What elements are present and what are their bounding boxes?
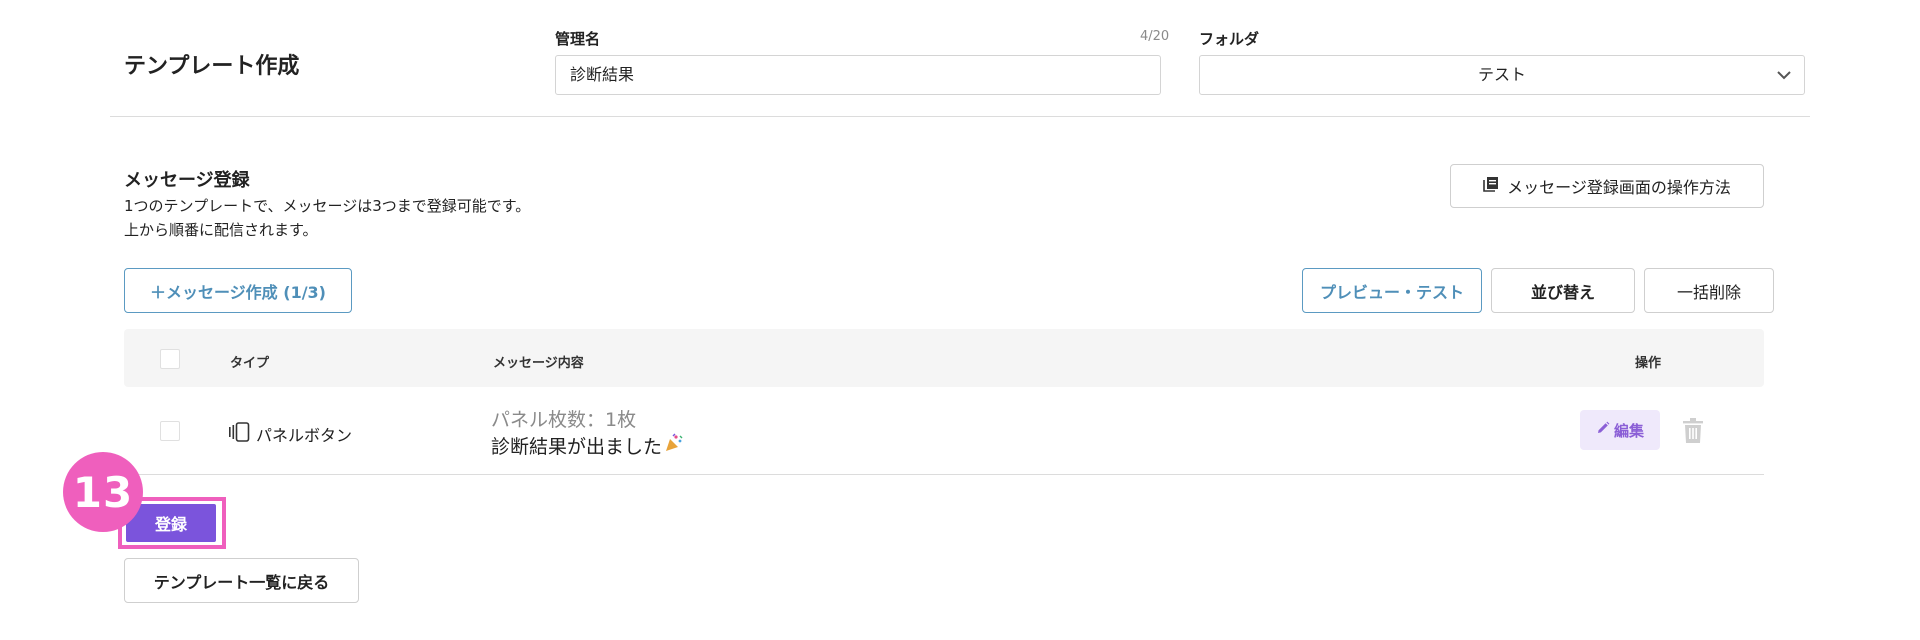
select-all-checkbox[interactable] <box>160 349 180 369</box>
section-desc-2: 上から順番に配信されます。 <box>124 221 318 239</box>
register-button[interactable]: 登録 <box>126 504 216 542</box>
bulk-delete-button[interactable]: 一括削除 <box>1644 268 1774 313</box>
preview-test-button[interactable]: プレビュー・テスト <box>1302 268 1482 313</box>
edit-button[interactable]: 編集 <box>1580 410 1660 450</box>
chevron-down-icon <box>1776 56 1792 94</box>
row-content-line1: パネル枚数：1枚 <box>491 409 637 431</box>
table-header <box>124 329 1764 387</box>
howto-label: メッセージ登録画面の操作方法 <box>1507 178 1731 197</box>
header-divider <box>110 116 1810 117</box>
name-label: 管理名 <box>555 30 601 48</box>
trash-icon[interactable] <box>1682 418 1704 448</box>
step-badge: 13 <box>63 452 143 532</box>
page-title: テンプレート作成 <box>124 54 300 79</box>
edit-label: 編集 <box>1613 421 1644 440</box>
header-type: タイプ <box>230 356 270 371</box>
party-popper-icon <box>664 433 684 458</box>
sort-button[interactable]: 並び替え <box>1491 268 1635 313</box>
folder-select-value: テスト <box>1477 65 1526 84</box>
row-content: 診断結果が出ました <box>491 432 684 459</box>
name-input[interactable]: 診断結果 <box>555 55 1161 95</box>
row-divider <box>124 474 1764 475</box>
name-char-counter: 4/20 <box>1140 29 1170 44</box>
header-content: メッセージ内容 <box>493 356 584 371</box>
pencil-icon <box>1596 421 1610 439</box>
howto-button[interactable]: メッセージ登録画面の操作方法 <box>1450 164 1764 208</box>
create-message-button[interactable]: ＋メッセージ作成 (1/3) <box>124 268 352 313</box>
header-actions: 操作 <box>1635 356 1662 371</box>
panel-icon <box>228 422 250 446</box>
row-type: パネルボタン <box>228 422 352 446</box>
book-icon <box>1483 176 1499 196</box>
folder-select[interactable]: テスト <box>1199 55 1805 95</box>
back-to-list-button[interactable]: テンプレート一覧に戻る <box>124 558 359 603</box>
row-content-line2: 診断結果が出ました <box>491 436 663 458</box>
folder-label: フォルダ <box>1199 30 1260 48</box>
row-checkbox[interactable] <box>160 421 180 441</box>
section-desc-1: 1つのテンプレートで、メッセージは3つまで登録可能です。 <box>124 197 531 215</box>
section-title: メッセージ登録 <box>124 170 250 191</box>
row-type-label: パネルボタン <box>256 426 353 445</box>
